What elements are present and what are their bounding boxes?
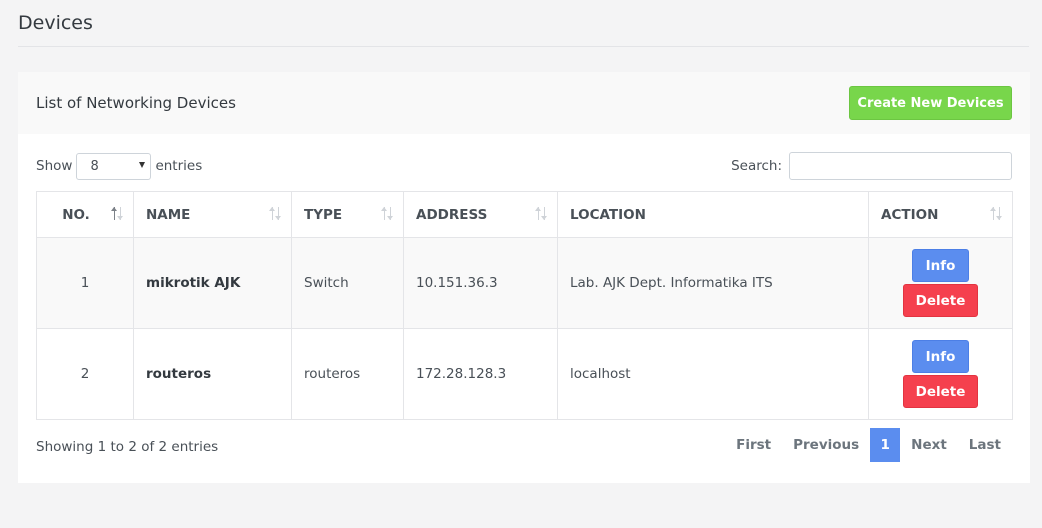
- sort-ascending-icon: [111, 207, 125, 223]
- devices-table: NO. NAME TYPE ADDRESS LOCATION ACTION 1 …: [36, 191, 1013, 420]
- pagination-next[interactable]: Next: [900, 428, 958, 462]
- card-header: List of Networking Devices Create New De…: [18, 72, 1030, 134]
- cell-name: mikrotik AJK: [133, 237, 292, 329]
- cell-address: 172.28.128.3: [403, 328, 558, 420]
- info-button[interactable]: Info: [912, 340, 969, 373]
- cell-name: routeros: [133, 328, 292, 420]
- pagination-previous[interactable]: Previous: [782, 428, 870, 462]
- cell-action: Info Delete: [868, 237, 1013, 329]
- card-title: List of Networking Devices: [36, 94, 236, 112]
- entries-label: entries: [155, 158, 203, 174]
- cell-no: 1: [36, 237, 134, 329]
- delete-button[interactable]: Delete: [903, 375, 978, 408]
- cell-address: 10.151.36.3: [403, 237, 558, 329]
- create-new-devices-button[interactable]: Create New Devices: [849, 86, 1012, 120]
- sort-icon: [381, 207, 395, 223]
- cell-no: 2: [36, 328, 134, 420]
- cell-type: Switch: [291, 237, 404, 329]
- column-header-name[interactable]: NAME: [133, 191, 292, 238]
- delete-button[interactable]: Delete: [903, 284, 978, 317]
- page-title: Devices: [18, 12, 93, 34]
- title-divider: [18, 46, 1029, 47]
- column-header-location: LOCATION: [557, 191, 869, 238]
- devices-card: List of Networking Devices Create New De…: [18, 72, 1030, 483]
- entries-select-value: 8: [90, 158, 99, 174]
- column-header-action[interactable]: ACTION: [868, 191, 1013, 238]
- entries-length-control: Show 8 entries: [36, 152, 203, 180]
- table-header-row: NO. NAME TYPE ADDRESS LOCATION ACTION: [36, 191, 1013, 238]
- search-label: Search:: [731, 158, 782, 174]
- entries-select[interactable]: 8: [76, 152, 152, 180]
- sort-icon: [535, 207, 549, 223]
- pagination: First Previous 1 Next Last: [725, 428, 1012, 462]
- cell-location: localhost: [557, 328, 869, 420]
- cell-type: routeros: [291, 328, 404, 420]
- show-label: Show: [36, 158, 73, 174]
- pagination-page-current[interactable]: 1: [870, 428, 901, 462]
- search-input[interactable]: [789, 152, 1012, 180]
- sort-icon: [990, 207, 1004, 223]
- column-header-type[interactable]: TYPE: [291, 191, 404, 238]
- pagination-last[interactable]: Last: [958, 428, 1012, 462]
- table-row: 1 mikrotik AJK Switch 10.151.36.3 Lab. A…: [36, 237, 1013, 329]
- table-controls: Show 8 entries Search:: [36, 152, 1012, 180]
- column-header-address[interactable]: ADDRESS: [403, 191, 558, 238]
- table-row: 2 routeros routeros 172.28.128.3 localho…: [36, 328, 1013, 420]
- table-info: Showing 1 to 2 of 2 entries: [36, 439, 219, 455]
- sort-icon: [269, 207, 283, 223]
- chevron-down-icon: [139, 161, 146, 168]
- cell-action: Info Delete: [868, 328, 1013, 420]
- pagination-first[interactable]: First: [725, 428, 782, 462]
- cell-location: Lab. AJK Dept. Informatika ITS: [557, 237, 869, 329]
- info-button[interactable]: Info: [912, 249, 969, 282]
- column-header-no[interactable]: NO.: [36, 191, 134, 238]
- search-control: Search:: [731, 152, 1012, 180]
